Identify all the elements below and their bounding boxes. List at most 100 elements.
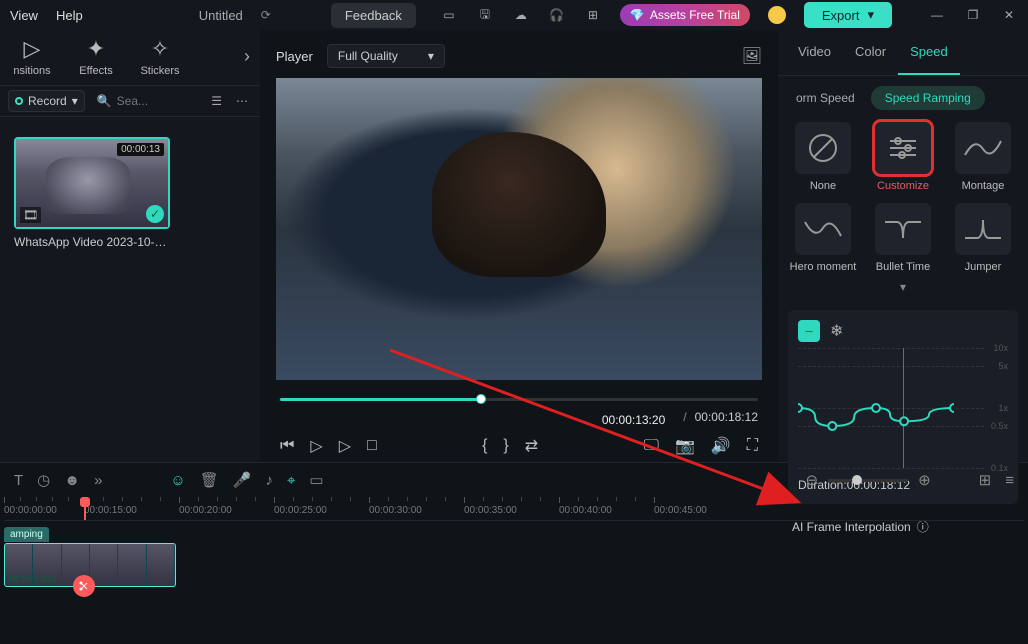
mask-tool-icon[interactable]: ☻: [64, 472, 80, 489]
camera-icon[interactable]: 📷: [675, 436, 695, 456]
tab-speed[interactable]: Speed: [898, 30, 960, 75]
mark-out-icon[interactable]: }: [503, 437, 508, 455]
zoom-slider[interactable]: [828, 479, 908, 482]
magnet-icon[interactable]: ⌖: [287, 472, 295, 489]
speed-keyframe[interactable]: [872, 404, 880, 412]
tab-stickers[interactable]: ✧Stickers: [128, 36, 192, 77]
search-input[interactable]: [117, 94, 177, 108]
playhead-handle-icon[interactable]: [80, 497, 90, 507]
preview-viewport[interactable]: [276, 78, 762, 380]
timeline-panel: T ◷ ☻ » ☺ 🗑 🎤 ♪ ⌖ ▭ ⊖ ⊕ ⊞ ≡ 00:00:00:000…: [0, 462, 1028, 607]
zoom-knob[interactable]: [852, 475, 862, 485]
search-input-wrap[interactable]: 🔍: [91, 91, 202, 111]
mic-icon[interactable]: 🎤: [233, 471, 252, 489]
scissors-icon: [78, 580, 90, 592]
inspector-panel: Video Color Speed orm Speed Speed Rampin…: [778, 30, 1028, 462]
marker-icon[interactable]: ▭: [309, 471, 323, 489]
preset-jumper[interactable]: Jumper: [948, 203, 1018, 274]
timeline-ruler[interactable]: 00:00:00:0000:00:15:0000:00:20:0000:00:2…: [4, 497, 1024, 521]
media-clip-thumb[interactable]: 00:00:13 🎞 ✓: [14, 137, 170, 229]
play-icon[interactable]: ▷: [310, 436, 322, 456]
cloud-icon[interactable]: ☁: [512, 8, 530, 22]
headset-icon[interactable]: 🎧: [548, 8, 566, 22]
face-tool-icon[interactable]: ☺: [170, 472, 185, 489]
fullscreen-icon[interactable]: ⛶: [747, 437, 758, 455]
preset-customize[interactable]: Customize: [868, 122, 938, 193]
tab-color[interactable]: Color: [843, 30, 898, 75]
export-button[interactable]: Export ▾: [804, 2, 892, 28]
remove-keyframe-button[interactable]: −: [798, 320, 820, 342]
ruler-tick: 00:00:20:00: [179, 497, 232, 516]
freeze-frame-icon[interactable]: ❄: [830, 320, 843, 342]
music-icon[interactable]: ♪: [265, 472, 273, 489]
preset-bullet-time[interactable]: Bullet Time: [868, 203, 938, 274]
clip-effect-tag[interactable]: amping: [4, 527, 49, 542]
menu-view[interactable]: View: [10, 8, 38, 23]
tab-video[interactable]: Video: [786, 30, 843, 75]
window-minimize-icon[interactable]: —: [928, 8, 946, 22]
cut-handle[interactable]: [73, 575, 95, 597]
feedback-button[interactable]: Feedback: [331, 3, 416, 28]
tab-stickers-label: Stickers: [140, 65, 179, 77]
record-button[interactable]: Record▾: [8, 90, 85, 112]
curve-y-tick: 1x: [998, 403, 1008, 413]
presets-more[interactable]: ▾: [778, 274, 1028, 300]
quality-dropdown[interactable]: Full Quality▾: [327, 44, 445, 68]
tab-transitions-label: nsitions: [13, 65, 50, 77]
assets-trial-button[interactable]: 💎 Assets Free Trial: [620, 4, 750, 26]
window-restore-icon[interactable]: ❐: [964, 8, 982, 22]
speed-keyframe[interactable]: [828, 422, 836, 430]
mark-in-icon[interactable]: {: [482, 437, 487, 455]
more-tools-icon[interactable]: »: [94, 472, 102, 489]
preset-customize-label: Customize: [877, 180, 929, 193]
grid-view-icon[interactable]: ⊞: [979, 471, 992, 489]
volume-icon[interactable]: 🔊: [711, 436, 731, 456]
time-separator: /: [683, 410, 686, 430]
subtab-uniform-speed[interactable]: orm Speed: [788, 86, 863, 110]
window-close-icon[interactable]: ✕: [1000, 8, 1018, 22]
media-tabs-more-icon[interactable]: ›: [244, 46, 250, 67]
clip-name-label: WhatsApp Video 2023-10-05...: [14, 235, 170, 249]
speed-keyframe[interactable]: [798, 404, 802, 412]
speed-curve-svg[interactable]: [798, 348, 954, 468]
apps-icon[interactable]: ⊞: [584, 8, 602, 22]
speed-curve-plot[interactable]: 0.1x0.5x1x5x10x: [798, 348, 1008, 468]
save-icon[interactable]: 🖫: [476, 5, 494, 26]
progress-knob[interactable]: [476, 394, 486, 404]
trash-icon[interactable]: 🗑: [200, 471, 219, 489]
list-view-icon[interactable]: ≡: [1005, 472, 1014, 489]
subtab-speed-ramping[interactable]: Speed Ramping: [871, 86, 985, 110]
sliders-icon: [886, 135, 920, 161]
bullet-icon: [883, 216, 923, 242]
preset-none[interactable]: None: [788, 122, 858, 193]
tab-transitions[interactable]: ▷nsitions: [0, 36, 64, 77]
display-icon[interactable]: 🖵: [644, 437, 659, 455]
zoom-out-icon[interactable]: ⊖: [806, 471, 819, 489]
menu-help[interactable]: Help: [56, 8, 83, 23]
speed-keyframe[interactable]: [950, 404, 954, 412]
crop-tool-icon[interactable]: ◷: [37, 471, 50, 489]
preset-jumper-label: Jumper: [965, 261, 1002, 274]
quality-value: Full Quality: [338, 49, 398, 63]
play2-icon[interactable]: ▷: [339, 436, 351, 456]
snapshot-icon[interactable]: 🖼: [742, 46, 762, 66]
filter-icon[interactable]: ☰: [207, 90, 226, 112]
tab-effects[interactable]: ✦Effects: [64, 36, 128, 77]
speed-keyframe[interactable]: [900, 418, 908, 426]
jumper-icon: [963, 216, 1003, 242]
layout-icon[interactable]: ▭: [440, 8, 458, 22]
timeline-playhead[interactable]: [84, 497, 86, 521]
curve-y-tick: 0.1x: [991, 463, 1008, 473]
more-icon[interactable]: ⋯: [232, 90, 252, 112]
coin-icon[interactable]: [768, 6, 786, 24]
compare-icon[interactable]: ⇄: [525, 436, 538, 456]
player-progress[interactable]: [280, 394, 758, 406]
stop-icon[interactable]: □: [367, 437, 377, 455]
text-tool-icon[interactable]: T: [14, 472, 23, 489]
ruler-tick: 00:00:35:00: [464, 497, 517, 516]
prev-frame-icon[interactable]: ⏮: [280, 437, 294, 455]
preset-hero-moment[interactable]: Hero moment: [788, 203, 858, 274]
zoom-in-icon[interactable]: ⊕: [918, 471, 931, 489]
preset-montage[interactable]: Montage: [948, 122, 1018, 193]
timeline-tracks[interactable]: amping 08.35 0.41x: [4, 527, 1024, 607]
